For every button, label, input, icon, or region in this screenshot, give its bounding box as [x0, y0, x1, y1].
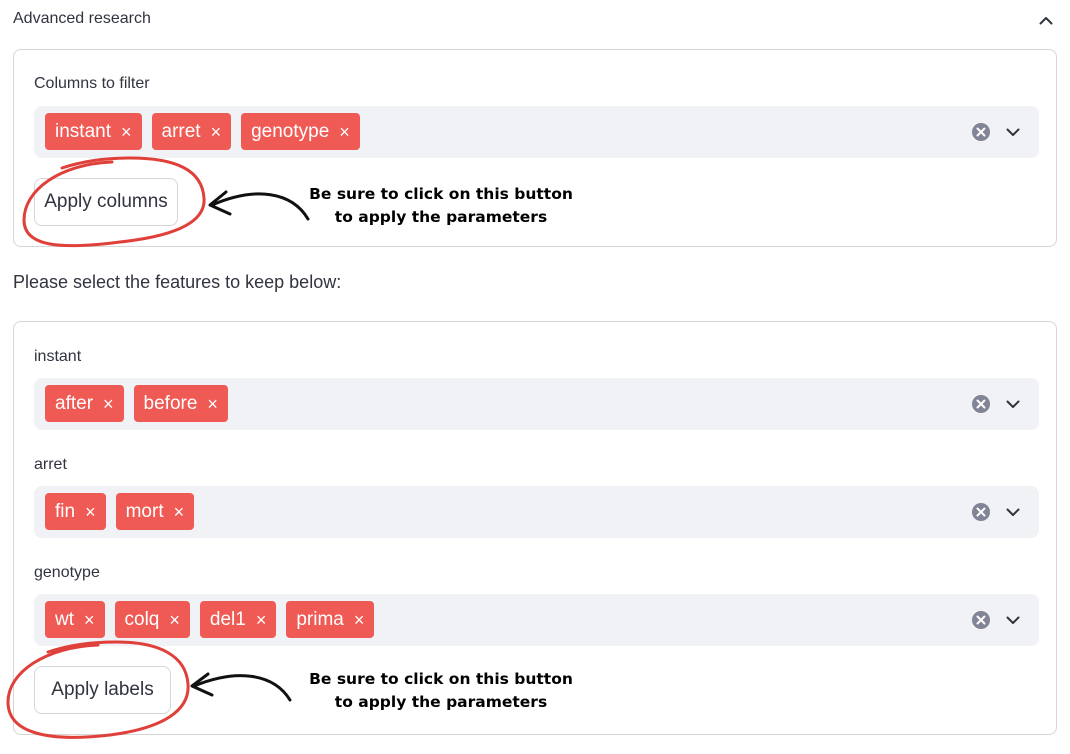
tag-label: arret: [161, 120, 201, 142]
tag-before: before ×: [133, 385, 228, 422]
tag-remove-icon[interactable]: ×: [169, 611, 180, 629]
tag-del1: del1 ×: [199, 601, 277, 638]
instant-label: instant: [34, 348, 82, 365]
clear-all-icon[interactable]: [971, 502, 991, 522]
tag-remove-icon[interactable]: ×: [256, 611, 267, 629]
tag-instant: instant ×: [45, 113, 142, 150]
tag-label: wt: [55, 608, 74, 630]
apply-columns-button[interactable]: Apply columns: [34, 178, 178, 226]
arret-multiselect[interactable]: fin × mort ×: [34, 486, 1039, 538]
chevron-down-icon[interactable]: [1003, 122, 1023, 142]
chevron-down-icon[interactable]: [1003, 502, 1023, 522]
expander-header[interactable]: Advanced research: [0, 0, 1070, 40]
tag-after: after ×: [45, 385, 124, 422]
tag-remove-icon[interactable]: ×: [207, 395, 218, 413]
columns-multiselect[interactable]: instant × arret × genotype ×: [34, 106, 1039, 158]
tag-prima: prima ×: [286, 601, 375, 638]
tag-label: before: [143, 392, 198, 414]
clear-all-icon[interactable]: [971, 394, 991, 414]
tag-remove-icon[interactable]: ×: [84, 611, 95, 629]
tag-label: after: [55, 392, 94, 414]
tag-label: instant: [55, 120, 111, 142]
tag-fin: fin ×: [45, 493, 106, 530]
tag-remove-icon[interactable]: ×: [103, 395, 114, 413]
instruction-note: Be sure to click on this button to apply…: [291, 183, 591, 229]
tag-remove-icon[interactable]: ×: [339, 123, 350, 141]
tag-remove-icon[interactable]: ×: [174, 503, 185, 521]
tag-remove-icon[interactable]: ×: [85, 503, 96, 521]
genotype-label: genotype: [34, 564, 100, 581]
tag-label: fin: [55, 500, 76, 522]
apply-labels-button[interactable]: Apply labels: [34, 666, 171, 714]
tag-mort: mort ×: [115, 493, 195, 530]
tag-genotype: genotype ×: [241, 113, 360, 150]
tag-remove-icon[interactable]: ×: [354, 611, 365, 629]
note-line-2: to apply the parameters: [334, 693, 548, 711]
note-line-1: Be sure to click on this button: [309, 185, 573, 203]
chevron-up-icon[interactable]: [1036, 10, 1056, 30]
features-prompt: Please select the features to keep below…: [13, 272, 342, 292]
tag-colq: colq ×: [114, 601, 190, 638]
selected-tags: instant × arret × genotype ×: [45, 113, 360, 150]
tag-remove-icon[interactable]: ×: [211, 123, 222, 141]
tag-arret: arret ×: [151, 113, 232, 150]
clear-all-icon[interactable]: [971, 122, 991, 142]
tag-label: colq: [124, 608, 160, 630]
columns-filter-label: Columns to filter: [34, 75, 150, 92]
tag-label: genotype: [251, 120, 330, 142]
selected-tags: wt × colq × del1 × prima ×: [45, 601, 375, 638]
genotype-multiselect[interactable]: wt × colq × del1 × prima ×: [34, 594, 1039, 646]
note-line-2: to apply the parameters: [334, 208, 548, 226]
tag-label: mort: [125, 500, 164, 522]
expander-title: Advanced research: [13, 10, 151, 27]
selected-tags: fin × mort ×: [45, 493, 195, 530]
instruction-note: Be sure to click on this button to apply…: [291, 668, 591, 714]
tag-label: del1: [209, 608, 246, 630]
instant-multiselect[interactable]: after × before ×: [34, 378, 1039, 430]
tag-label: prima: [296, 608, 344, 630]
selected-tags: after × before ×: [45, 385, 228, 422]
tag-remove-icon[interactable]: ×: [121, 123, 132, 141]
note-line-1: Be sure to click on this button: [309, 670, 573, 688]
tag-wt: wt ×: [45, 601, 105, 638]
chevron-down-icon[interactable]: [1003, 394, 1023, 414]
arret-label: arret: [34, 456, 67, 473]
chevron-down-icon[interactable]: [1003, 610, 1023, 630]
clear-all-icon[interactable]: [971, 610, 991, 630]
